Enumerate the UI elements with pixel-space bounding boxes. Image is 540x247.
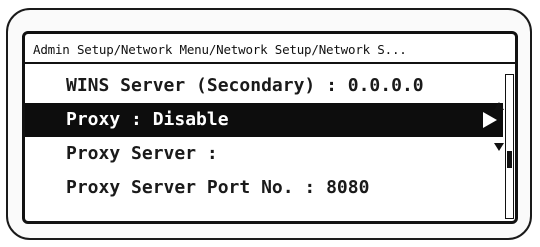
- scrollbar-thumb[interactable]: [507, 151, 512, 168]
- menu-item-label: Proxy : Disable: [66, 109, 229, 130]
- menu-list: WINS Server (Secondary) : 0.0.0.0 Proxy …: [25, 69, 503, 205]
- scrollbar[interactable]: [505, 74, 514, 219]
- menu-item-proxy[interactable]: Proxy : Disable: [25, 103, 503, 137]
- right-triangle-icon: [483, 112, 497, 128]
- menu-item-label: Proxy Server :: [66, 143, 218, 164]
- menu-item-proxy-server-port[interactable]: Proxy Server Port No. : 8080: [25, 171, 503, 205]
- menu-item-wins-server-secondary[interactable]: WINS Server (Secondary) : 0.0.0.0: [25, 69, 503, 103]
- triangle-down-icon: [494, 143, 504, 151]
- menu-item-label: WINS Server (Secondary) : 0.0.0.0: [66, 75, 424, 96]
- header-divider: [25, 62, 515, 64]
- lcd-screen: Admin Setup/Network Menu/Network Setup/N…: [22, 31, 518, 224]
- menu-item-label: Proxy Server Port No. : 8080: [66, 177, 370, 198]
- triangle-up-icon: [494, 102, 504, 110]
- breadcrumb: Admin Setup/Network Menu/Network Setup/N…: [33, 42, 407, 57]
- menu-item-proxy-server[interactable]: Proxy Server :: [25, 137, 503, 171]
